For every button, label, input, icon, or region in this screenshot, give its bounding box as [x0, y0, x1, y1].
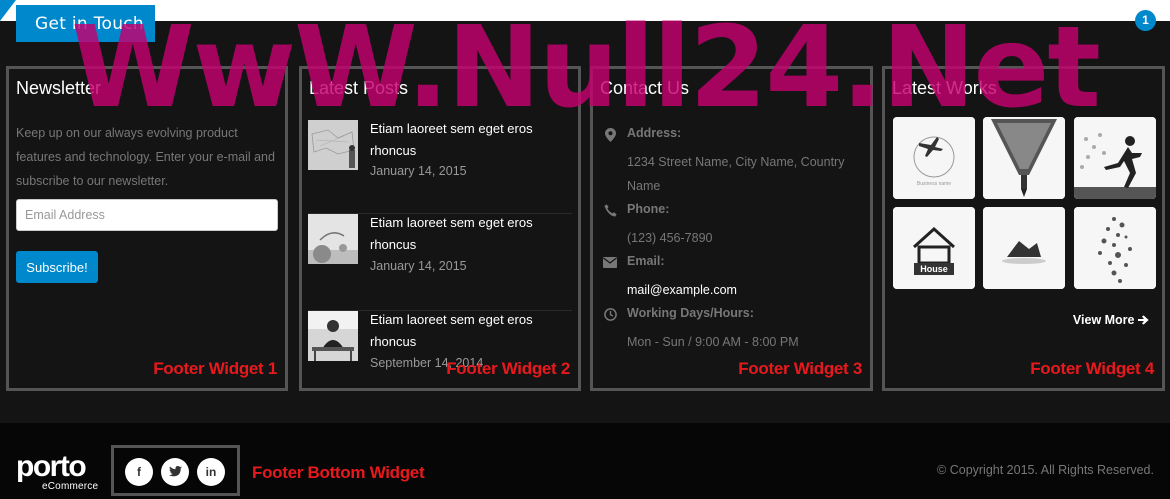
- newsletter-title: Newsletter: [16, 78, 102, 98]
- post-title-link[interactable]: Etiam laoreet sem eget eros rhoncus: [370, 309, 560, 353]
- view-more-link[interactable]: View More: [1073, 313, 1149, 327]
- envelope-icon: [603, 256, 617, 270]
- post-title-link[interactable]: Etiam laoreet sem eget eros rhoncus: [370, 118, 560, 162]
- phone-label: Phone:: [627, 202, 670, 216]
- top-bar: [0, 0, 1170, 21]
- contact-us-widget: Contact Us Address: 1234 Street Name, Ci…: [590, 66, 873, 391]
- work-thumbnail[interactable]: Business name: [893, 117, 975, 199]
- work-thumbnail[interactable]: House: [893, 207, 975, 289]
- twitter-icon[interactable]: [161, 458, 189, 486]
- facebook-icon[interactable]: f: [125, 458, 153, 486]
- post-thumbnail[interactable]: [308, 214, 358, 264]
- post-item: Etiam laoreet sem eget eros rhoncus Janu…: [308, 213, 572, 310]
- post-title-link[interactable]: Etiam laoreet sem eget eros rhoncus: [370, 212, 560, 256]
- work-thumbnail[interactable]: [983, 117, 1065, 199]
- hours-label: Working Days/Hours:: [627, 306, 754, 320]
- view-more-label: View More: [1072, 313, 1135, 327]
- address-label: Address:: [627, 126, 682, 140]
- widget-tag: Footer Widget 3: [738, 359, 862, 378]
- house-text: House: [920, 264, 948, 274]
- newsletter-description: Keep up on our always evolving product f…: [16, 126, 275, 188]
- social-links: f in: [111, 445, 240, 496]
- email-link[interactable]: mail@example.com: [627, 278, 867, 302]
- logo-subtitle: eCommerce: [42, 481, 99, 492]
- widget-tag: Footer Widget 4: [1030, 359, 1154, 378]
- contact-us-title: Contact Us: [600, 78, 690, 98]
- footer-bottom: porto eCommerce f in Footer Bottom Widge…: [0, 423, 1170, 499]
- top-bar-ribbon: [0, 0, 16, 21]
- email-label: Email:: [627, 254, 665, 268]
- post-thumbnail[interactable]: [308, 311, 358, 361]
- address-value: 1234 Street Name, City Name, Country Nam…: [627, 155, 845, 193]
- work-thumbnail[interactable]: [1074, 117, 1156, 199]
- phone-value: (123) 456-7890: [627, 231, 713, 245]
- latest-works-title: Latest Works: [892, 78, 997, 98]
- widget-tag: Footer Widget 1: [153, 359, 277, 378]
- copyright-text: © Copyright 2015. All Rights Reserved.: [937, 463, 1154, 477]
- hours-value: Mon - Sun / 9:00 AM - 8:00 PM: [627, 335, 799, 349]
- work-thumbnail[interactable]: [983, 207, 1065, 289]
- widget-tag: Footer Widget 2: [446, 359, 570, 378]
- phone-icon: [603, 204, 617, 218]
- business-name-text: Business name: [917, 181, 951, 187]
- map-marker-icon: [603, 128, 617, 142]
- footer-bottom-widget-tag: Footer Bottom Widget: [252, 463, 425, 482]
- post-date: January 14, 2015: [370, 164, 467, 178]
- arrow-right-icon: [1138, 313, 1149, 327]
- subscribe-button[interactable]: Subscribe!: [16, 251, 98, 283]
- logo-wordmark: porto: [16, 450, 87, 483]
- latest-posts-widget: Latest Posts Etiam laoreet sem eget eros…: [299, 66, 581, 391]
- clock-icon: [603, 308, 617, 322]
- post-date: January 14, 2015: [370, 259, 467, 273]
- get-in-touch-button[interactable]: Get in Touch: [16, 5, 155, 42]
- latest-posts-title: Latest Posts: [309, 78, 409, 98]
- post-thumbnail[interactable]: [308, 120, 358, 170]
- notification-badge[interactable]: 1: [1135, 10, 1156, 31]
- linkedin-icon[interactable]: in: [197, 458, 225, 486]
- porto-logo[interactable]: porto eCommerce: [16, 450, 98, 493]
- newsletter-widget: Newsletter Keep up on our always evolvin…: [6, 66, 288, 391]
- latest-works-widget: Latest Works Business name House View Mo…: [882, 66, 1165, 391]
- work-thumbnail[interactable]: [1074, 207, 1156, 289]
- email-address-input[interactable]: [16, 199, 278, 231]
- post-item: Etiam laoreet sem eget eros rhoncus Janu…: [308, 116, 572, 213]
